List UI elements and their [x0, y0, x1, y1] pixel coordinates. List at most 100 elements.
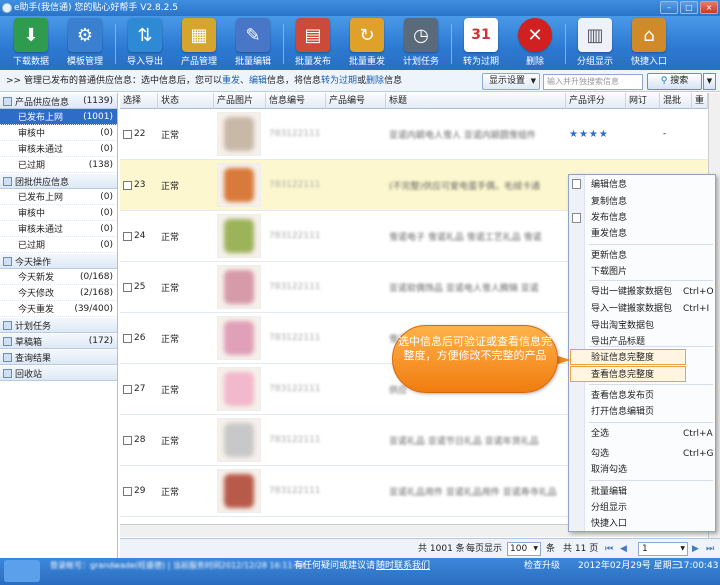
- row-checkbox[interactable]: [123, 486, 132, 496]
- menu-item[interactable]: 查看信息完整度: [591, 368, 654, 382]
- prev-page-icon[interactable]: ◀: [620, 539, 627, 559]
- menu-item[interactable]: 发布信息: [591, 211, 627, 225]
- sidebar-group-schedule[interactable]: 计划任务: [0, 317, 117, 333]
- menu-item[interactable]: 全选 Ctrl+A: [591, 427, 713, 441]
- product-manage-button[interactable]: ▦ 产品管理: [172, 16, 226, 70]
- main-toolbar: ⬇ 下载数据 ⚙ 模板管理 ⇅ 导入导出 ▦ 产品管理 ✎ 批量编辑 ▤ 批量发布 ↻ 批量重…: [0, 16, 720, 70]
- check-upgrade-link[interactable]: 检查升级: [524, 559, 560, 573]
- sidebar-group-supply[interactable]: 产品供应信息 (1139): [0, 93, 117, 109]
- menu-item[interactable]: 重发信息: [591, 227, 627, 241]
- import-export-button[interactable]: ⇅ 导入导出: [118, 16, 172, 70]
- row-checkbox[interactable]: [123, 180, 132, 190]
- menu-item[interactable]: 导出淘宝数据包: [591, 319, 654, 333]
- row-checkbox[interactable]: [123, 231, 132, 241]
- row-title[interactable]: (不完整)供应可爱电蛋手偶，毛绒卡通: [386, 160, 566, 211]
- next-page-icon[interactable]: ▶: [692, 539, 699, 559]
- sidebar-item-today-modified[interactable]: 今天修改 (2/168): [0, 285, 117, 301]
- folder-icon: [3, 352, 12, 362]
- schedule-task-button[interactable]: ◷ 计划任务: [394, 16, 448, 70]
- row-title[interactable]: 亚诺礼品 亚诺节日礼品 亚诺年货礼品: [386, 415, 566, 466]
- pagination-bar: 共 1001 条 每页显示 100 ▼ 条 共 11 页 ⏮ ◀ 1 ▼ ▶ ⏭: [120, 538, 720, 558]
- close-button[interactable]: ×: [700, 1, 718, 14]
- mark-expired-button[interactable]: 31 转为过期: [454, 16, 508, 70]
- batch-edit-button[interactable]: ✎ 批量编辑: [226, 16, 280, 70]
- menu-item[interactable]: 下载图片: [591, 265, 627, 279]
- template-manage-button[interactable]: ⚙ 模板管理: [58, 16, 112, 70]
- menu-item[interactable]: 打开信息编辑页: [591, 405, 654, 419]
- sidebar-item-today-new[interactable]: 今天新发 (0/168): [0, 269, 117, 285]
- per-page-select[interactable]: 100 ▼: [507, 542, 541, 556]
- expire-link[interactable]: 转为过期: [321, 76, 357, 86]
- column-header[interactable]: 重: [692, 93, 708, 109]
- sidebar-item-today-resent[interactable]: 今天重发 (39/400): [0, 301, 117, 317]
- menu-item-label: 打开信息编辑页: [591, 407, 655, 417]
- sidebar-group-wholesale[interactable]: 团批供应信息: [0, 173, 117, 189]
- column-header[interactable]: 信息编号: [266, 93, 326, 109]
- delete-link[interactable]: 删除: [366, 76, 384, 86]
- column-header[interactable]: 产品评分: [566, 93, 626, 109]
- maximize-button[interactable]: □: [680, 1, 698, 14]
- resend-link[interactable]: 重发: [222, 76, 240, 86]
- download-data-button[interactable]: ⬇ 下载数据: [4, 16, 58, 70]
- menu-item[interactable]: 编辑信息: [591, 178, 627, 192]
- column-header[interactable]: 产品编号: [326, 93, 386, 109]
- row-title[interactable]: 雪诺电子 雪诺礼品 雪诺工艺礼品 雪诺: [386, 211, 566, 262]
- quick-entry-button[interactable]: ⌂ 快捷入口: [622, 16, 676, 70]
- display-settings-button[interactable]: 显示设置 ▼: [482, 73, 540, 90]
- column-header[interactable]: 标题: [386, 93, 566, 109]
- sidebar-item-rejected[interactable]: 审核未通过 (0): [0, 141, 117, 157]
- search-dropdown-button[interactable]: ▼: [703, 73, 716, 90]
- row-checkbox[interactable]: [123, 435, 132, 445]
- column-header[interactable]: 网订: [626, 93, 660, 109]
- row-checkbox[interactable]: [123, 129, 132, 139]
- menu-item[interactable]: 导入一键搬家数据包 Ctrl+I: [591, 302, 709, 316]
- sidebar-group-drafts[interactable]: 草稿箱 (172): [0, 333, 117, 349]
- row-checkbox[interactable]: [123, 384, 132, 394]
- sidebar-item-published[interactable]: 已发布上网 (0): [0, 189, 117, 205]
- menu-item[interactable]: 更新信息: [591, 249, 627, 263]
- menu-item[interactable]: 批量编辑: [591, 485, 627, 499]
- menu-item[interactable]: 勾选 Ctrl+G: [591, 447, 714, 461]
- row-title[interactable]: 亚诺内颖电人雪人 亚诺内颖圆雪组件: [386, 109, 566, 160]
- delete-button[interactable]: ✕ 删除: [508, 16, 562, 70]
- page-select[interactable]: 1 ▼: [638, 542, 688, 556]
- minimize-button[interactable]: –: [660, 1, 678, 14]
- sidebar-item-reviewing[interactable]: 审核中 (0): [0, 205, 117, 221]
- search-input[interactable]: 输入并升独搜索信息: [543, 74, 643, 90]
- column-header[interactable]: 混批: [660, 93, 692, 109]
- sidebar-item-rejected[interactable]: 审核未通过 (0): [0, 221, 117, 237]
- column-header[interactable]: 产品图片: [214, 93, 266, 109]
- row-title[interactable]: 亚诺礼品用件 亚诺礼品用件 亚诺寿寺礼品: [386, 466, 566, 517]
- sidebar-group-today[interactable]: 今天操作: [0, 253, 117, 269]
- search-button[interactable]: ⚲ 搜索: [647, 73, 702, 90]
- menu-item[interactable]: 复制信息: [591, 195, 627, 209]
- row-checkbox[interactable]: [123, 282, 132, 292]
- sidebar-group-recycle-bin[interactable]: 回收站: [0, 365, 117, 381]
- column-header[interactable]: 选择: [120, 93, 158, 109]
- column-header[interactable]: 状态: [158, 93, 214, 109]
- first-page-icon[interactable]: ⏮: [605, 539, 613, 559]
- table-row[interactable]: 22 正常 783122111 亚诺内颖电人雪人 亚诺内颖圆雪组件 ★★★★ -: [120, 109, 720, 160]
- menu-item[interactable]: 取消勾选: [591, 463, 627, 477]
- sidebar-item-label: 已过期: [18, 161, 46, 171]
- batch-resend-button[interactable]: ↻ 批量重发: [340, 16, 394, 70]
- menu-item[interactable]: 验证信息完整度: [591, 351, 654, 365]
- sidebar-item-reviewing[interactable]: 审核中 (0): [0, 125, 117, 141]
- sidebar-item-published[interactable]: 已发布上网 (1001): [0, 109, 117, 125]
- menu-item[interactable]: 导出一键搬家数据包 Ctrl+O: [591, 285, 714, 299]
- menu-item-label: 更新信息: [591, 251, 628, 261]
- menu-item[interactable]: 查看信息发布页: [591, 389, 654, 403]
- row-checkbox[interactable]: [123, 333, 132, 343]
- batch-publish-button[interactable]: ▤ 批量发布: [286, 16, 340, 70]
- sidebar-item-expired[interactable]: 已过期 (0): [0, 237, 117, 253]
- row-title[interactable]: 亚诺软偶饰品 亚诺电人雪人腾锦 亚诺: [386, 262, 566, 313]
- sidebar-group-search-results[interactable]: 查询结果: [0, 349, 117, 365]
- last-page-icon[interactable]: ⏭: [706, 539, 714, 559]
- sidebar-item-expired[interactable]: 已过期 (138): [0, 157, 117, 173]
- menu-item[interactable]: 快捷入口: [591, 517, 627, 531]
- menu-item[interactable]: 分组显示: [591, 501, 627, 515]
- group-display-button[interactable]: ▥ 分组显示: [568, 16, 622, 70]
- contact-link[interactable]: 随时联系我们: [376, 559, 430, 573]
- search-button-label: 搜索: [670, 76, 689, 86]
- edit-link[interactable]: 编辑: [249, 76, 267, 86]
